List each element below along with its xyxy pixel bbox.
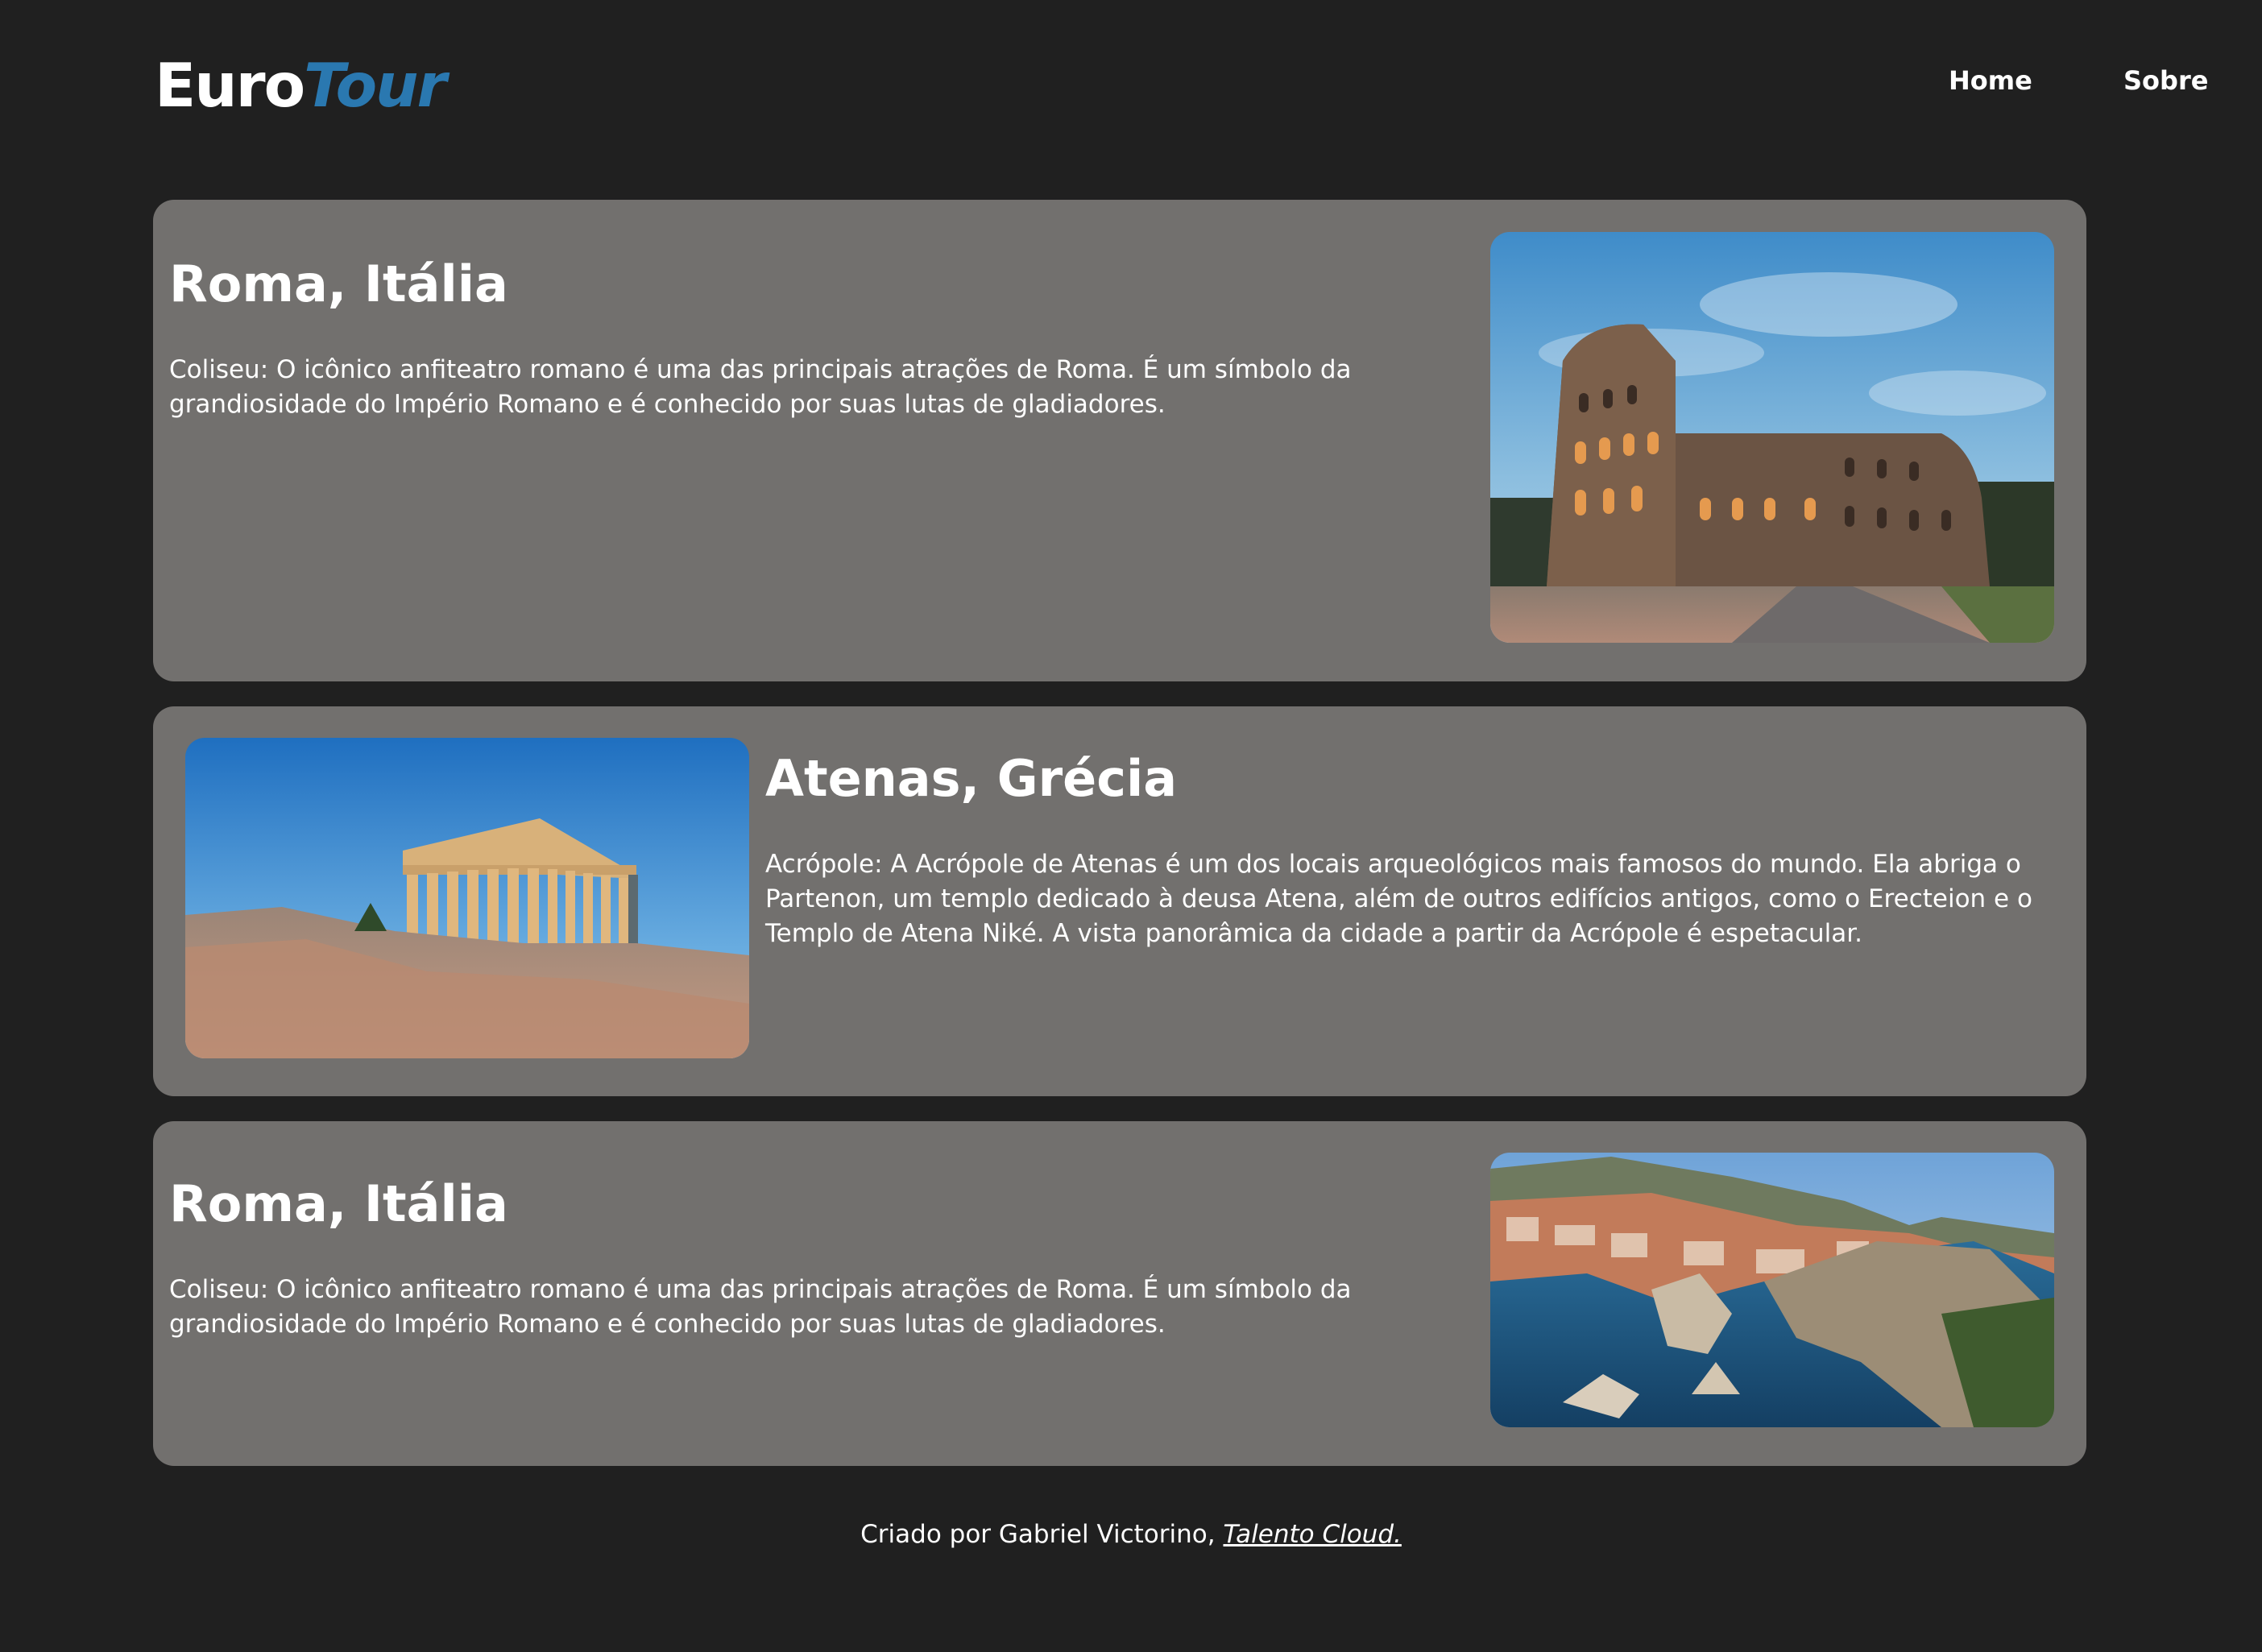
nav-home-link[interactable]: Home <box>1949 60 2032 101</box>
card-description: Coliseu: O icônico anfiteatro romano é u… <box>169 1275 1352 1339</box>
logo-tour: Tour <box>304 50 446 121</box>
card-description: Coliseu: O icônico anfiteatro romano é u… <box>169 355 1352 419</box>
card-description: Acrópole: A Acrópole de Atenas é um dos … <box>765 850 2032 948</box>
site-header: EuroTour Home Sobre <box>153 0 2208 169</box>
destination-card-rome: Roma, Itália Coliseu: O icônico anfiteat… <box>153 200 2086 681</box>
destination-card-athens: Atenas, Grécia Acrópole: A Acrópole de A… <box>153 706 2086 1096</box>
card-title: Atenas, Grécia <box>765 749 1178 808</box>
logo[interactable]: EuroTour <box>155 47 447 124</box>
site-footer: Criado por Gabriel Victorino, Talento Cl… <box>0 1514 2262 1555</box>
colosseum-image <box>1490 232 2054 643</box>
card-title: Roma, Itália <box>169 255 508 313</box>
coastal-city-image <box>1490 1153 2054 1427</box>
parthenon-image <box>185 738 749 1058</box>
card-title: Roma, Itália <box>169 1174 508 1233</box>
footer-text: Criado por Gabriel Victorino, <box>860 1520 1224 1549</box>
footer-credit-link[interactable]: Talento Cloud. <box>1223 1520 1401 1549</box>
logo-euro: Euro <box>155 50 305 121</box>
nav-sobre-link[interactable]: Sobre <box>2123 60 2208 101</box>
destination-card-rome-2: Roma, Itália Coliseu: O icônico anfiteat… <box>153 1121 2086 1466</box>
